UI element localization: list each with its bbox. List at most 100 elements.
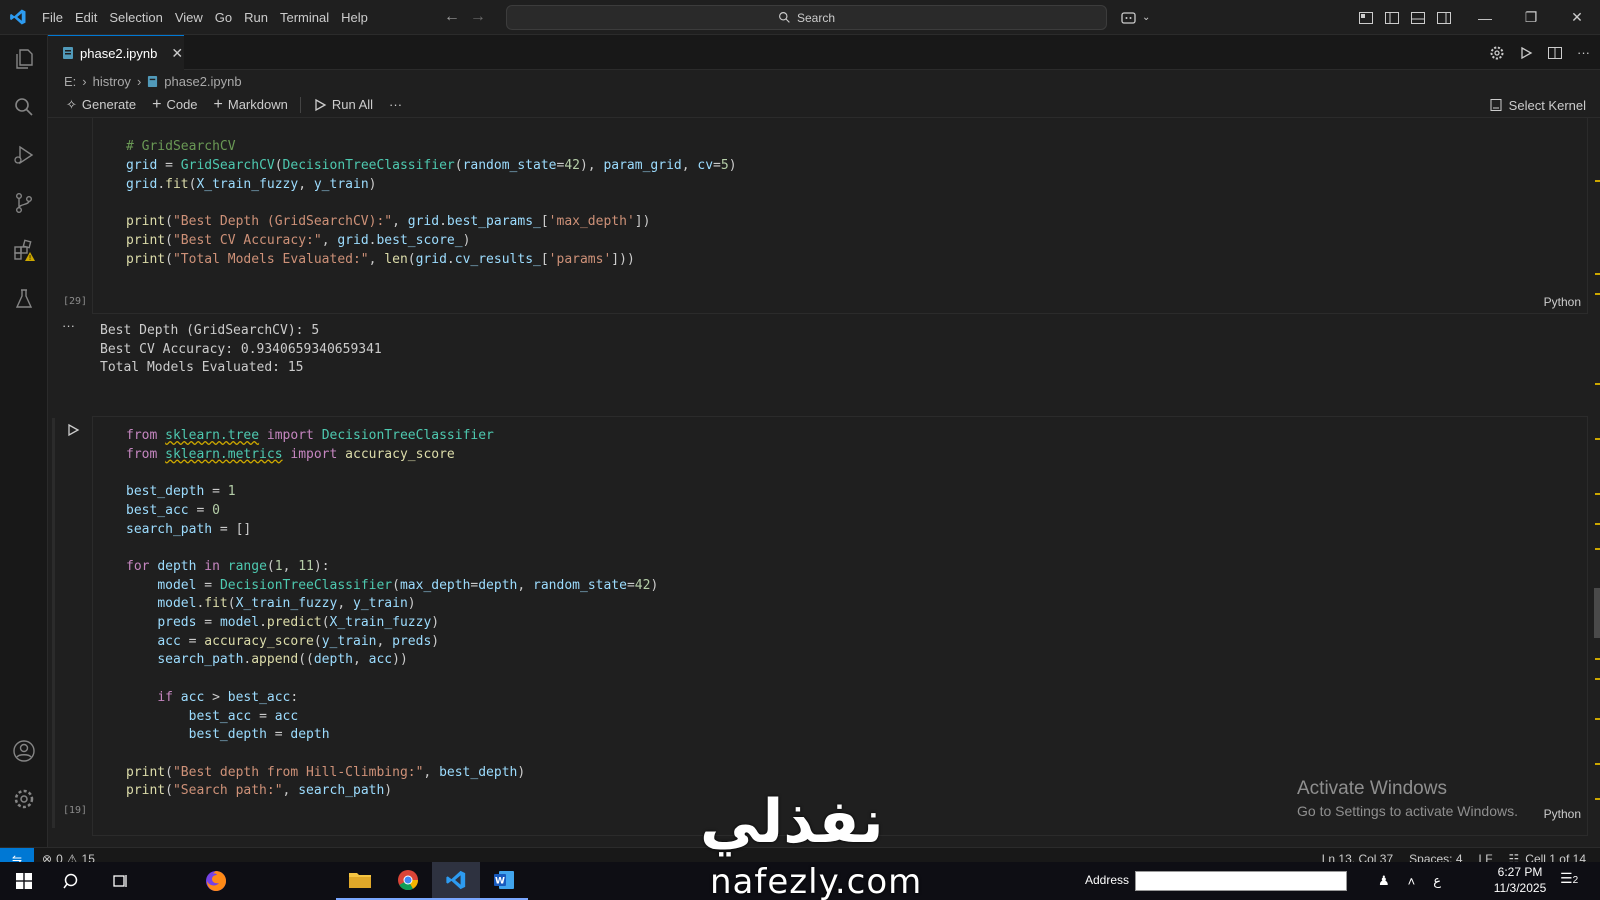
tab-phase2-ipynb[interactable]: phase2.ipynb ✕ <box>48 35 184 70</box>
breadcrumb-drive[interactable]: E: <box>64 74 76 89</box>
run-all-icon <box>315 98 327 111</box>
output-more-icon[interactable]: ··· <box>62 318 75 333</box>
cell-2-language[interactable]: Python <box>1544 807 1581 821</box>
file-explorer-icon[interactable] <box>336 862 384 900</box>
minimize-icon[interactable]: — <box>1462 0 1508 35</box>
menu-file[interactable]: File <box>36 0 69 35</box>
run-debug-icon[interactable] <box>0 131 48 179</box>
system-tray: ♟ ˄ ع <box>1378 862 1441 900</box>
toggle-secondary-sidebar-icon[interactable] <box>1436 10 1452 26</box>
menu-go[interactable]: Go <box>209 0 238 35</box>
task-view-icon[interactable] <box>96 862 144 900</box>
generate-button[interactable]: ✧ Generate <box>58 94 144 116</box>
run-all-button[interactable]: Run All <box>305 94 381 116</box>
run-icon[interactable] <box>1519 46 1533 60</box>
account-icon[interactable] <box>0 727 48 775</box>
code-label: Code <box>166 97 198 112</box>
people-icon[interactable]: ♟ <box>1378 873 1390 889</box>
clock-time: 6:27 PM <box>1497 865 1543 879</box>
copilot-button[interactable]: ⌄ <box>1120 0 1150 35</box>
layout-controls <box>1358 0 1452 35</box>
chrome-icon[interactable] <box>384 862 432 900</box>
testing-flask-icon[interactable] <box>0 275 48 323</box>
more-toolbar-button[interactable]: ··· <box>381 94 410 116</box>
tab-title: phase2.ipynb <box>80 45 158 61</box>
vscode-logo-icon <box>0 0 36 35</box>
title-bar: File Edit Selection View Go Run Terminal… <box>0 0 1600 35</box>
taskbar-search-icon[interactable] <box>48 862 96 900</box>
settings-gear-icon[interactable] <box>0 775 48 823</box>
clock-date: 11/3/2025 <box>1493 881 1547 895</box>
breadcrumb-file[interactable]: phase2.ipynb <box>164 74 241 89</box>
window-controls: — ❐ ✕ <box>1462 0 1600 35</box>
notebook-editor: param_grid = {'max_depth': range(1, 16)}… <box>48 118 1600 847</box>
select-kernel-button[interactable]: Select Kernel <box>1489 92 1586 118</box>
nav-arrows: ← → <box>444 8 486 26</box>
toggle-primary-sidebar-icon[interactable] <box>1384 10 1400 26</box>
run-cell-icon[interactable] <box>66 423 80 440</box>
toolbar-divider <box>299 96 301 113</box>
close-icon[interactable]: ✕ <box>171 45 183 62</box>
watermark-title: Activate Windows <box>1297 778 1447 799</box>
back-arrow-icon[interactable]: ← <box>444 8 460 26</box>
forward-arrow-icon[interactable]: → <box>470 8 486 26</box>
menu-run[interactable]: Run <box>238 0 274 35</box>
chevron-right-icon: › <box>136 73 142 89</box>
code-cell-1[interactable]: param_grid = {'max_depth': range(1, 16)}… <box>92 118 1588 314</box>
copilot-icon <box>1121 11 1136 24</box>
menu-help[interactable]: Help <box>335 0 374 35</box>
generate-label: Generate <box>81 97 137 112</box>
search-label: Search <box>796 10 836 25</box>
cell-2-focus-bar <box>52 418 55 828</box>
chevron-down-icon: ⌄ <box>1142 12 1151 23</box>
menu-edit[interactable]: Edit <box>69 0 103 35</box>
menu-selection[interactable]: Selection <box>103 0 168 35</box>
taskbar-clock[interactable]: 6:27 PM 11/3/2025 <box>1488 864 1552 896</box>
firefox-icon[interactable] <box>192 862 240 900</box>
run-all-label: Run All <box>331 97 374 112</box>
vscode-taskbar-icon[interactable] <box>432 862 480 900</box>
cell-1-exec-count: [29] <box>63 296 88 307</box>
source-control-icon[interactable] <box>0 179 48 227</box>
extensions-icon[interactable]: ! <box>0 227 48 275</box>
notebook-file-icon <box>148 75 158 87</box>
plus-icon: + <box>213 95 223 113</box>
menu-terminal[interactable]: Terminal <box>274 0 335 35</box>
word-icon[interactable]: W <box>480 862 528 900</box>
sparkle-icon: ✧ <box>66 96 77 112</box>
activity-bar: ! <box>0 35 48 847</box>
cell-1-code[interactable]: param_grid = {'max_depth': range(1, 16)}… <box>126 118 737 269</box>
cell-1-language[interactable]: Python <box>1544 295 1581 309</box>
select-kernel-label: Select Kernel <box>1508 97 1586 113</box>
add-markdown-cell-button[interactable]: + Markdown <box>206 94 296 116</box>
menu-view[interactable]: View <box>169 0 209 35</box>
close-icon[interactable]: ✕ <box>1554 0 1600 35</box>
notification-center-icon[interactable]: ☰2 <box>1560 870 1578 887</box>
restore-icon[interactable]: ❐ <box>1508 0 1554 35</box>
split-editor-icon[interactable] <box>1547 45 1563 61</box>
nafezly-logo-arabic: نفذلي <box>700 787 884 857</box>
overview-ruler[interactable] <box>1586 118 1600 847</box>
explorer-icon[interactable] <box>0 35 48 83</box>
cell-2-code[interactable]: from sklearn.tree import DecisionTreeCla… <box>126 427 658 801</box>
command-center-search[interactable]: Search <box>506 5 1107 30</box>
tray-expand-chevron-icon[interactable]: ˄ <box>1408 874 1416 889</box>
toggle-panel-icon[interactable] <box>1410 10 1426 26</box>
chevron-right-icon: › <box>82 73 87 89</box>
search-icon[interactable] <box>0 83 48 131</box>
code-cell-2[interactable]: from sklearn.tree import DecisionTreeCla… <box>92 416 1588 836</box>
activate-windows-watermark: Activate Windows Go to Settings to activ… <box>1297 778 1518 819</box>
add-code-cell-button[interactable]: + Code <box>144 94 205 116</box>
gear-icon[interactable] <box>1489 45 1505 61</box>
notification-count: 2 <box>1572 875 1579 886</box>
menu-bar: File Edit Selection View Go Run Terminal… <box>36 0 374 35</box>
breadcrumb-folder[interactable]: histroy <box>93 74 131 89</box>
svg-text:W: W <box>495 877 505 887</box>
address-input[interactable] <box>1135 871 1347 891</box>
more-actions-icon[interactable]: ··· <box>1577 45 1590 60</box>
search-icon <box>779 12 790 23</box>
windows-start-icon[interactable] <box>0 862 48 900</box>
input-language-indicator[interactable]: ع <box>1433 873 1441 889</box>
customize-layout-icon[interactable] <box>1358 10 1374 26</box>
watermark-subtitle: Go to Settings to activate Windows. <box>1297 803 1518 819</box>
